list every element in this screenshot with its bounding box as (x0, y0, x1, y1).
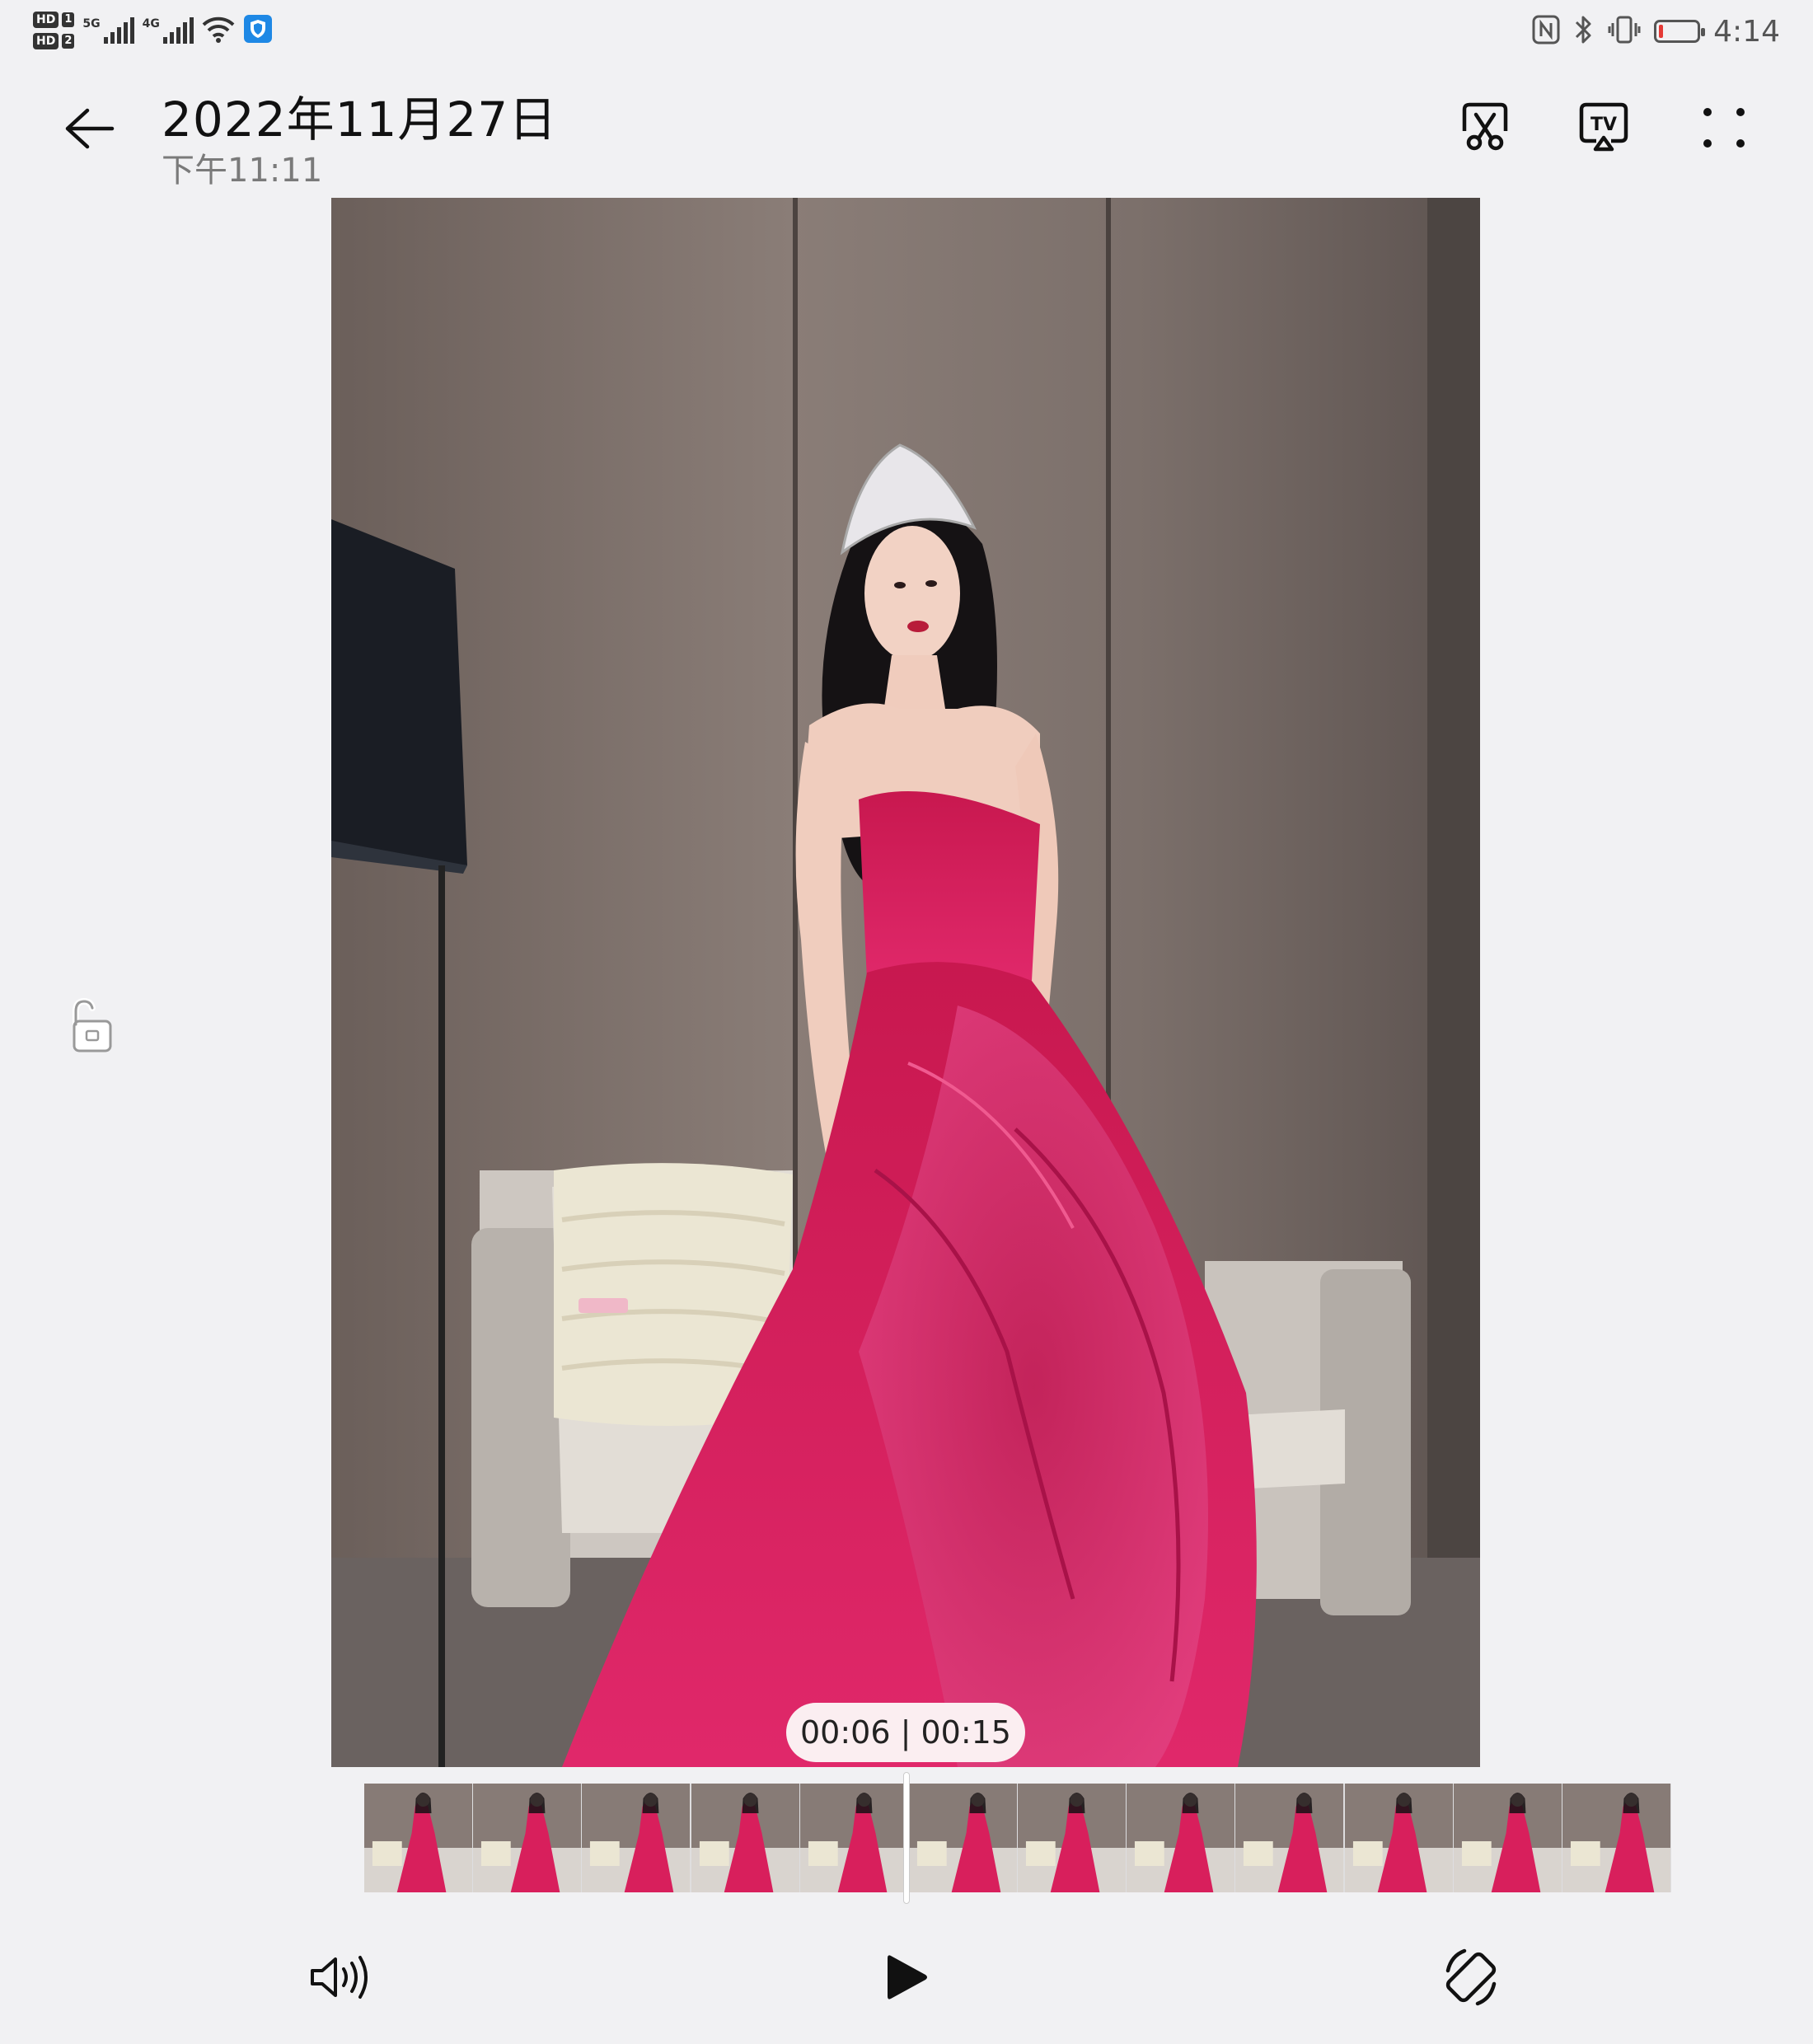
status-bar: HD 1 HD 2 5G 4G 4:14 (0, 0, 1813, 61)
battery-icon (1654, 20, 1706, 43)
rotation-lock-button[interactable] (58, 993, 124, 1059)
sim1-hd-badge: HD (33, 12, 59, 28)
status-left-group: HD 1 HD 2 5G 4G (33, 5, 273, 56)
signal-4g-icon: 4G (143, 17, 194, 44)
filmstrip-frame (1235, 1784, 1345, 1892)
rotate-screen-icon (1445, 1948, 1497, 2006)
nfc-icon (1532, 15, 1560, 48)
cast-tv-icon: TV (1579, 102, 1628, 152)
playback-time-display[interactable]: 00:06 | 00:15 (786, 1703, 1025, 1762)
wifi-icon (202, 15, 235, 46)
net2-type: 4G (142, 17, 160, 30)
sim2-indicator: HD 2 (33, 33, 75, 49)
edit-video-icon (1462, 102, 1508, 151)
sim-indicators: HD 1 HD 2 (33, 12, 75, 49)
filmstrip-frame (691, 1784, 800, 1892)
rotation-lock-icon (73, 997, 112, 1052)
filmstrip-frame (364, 1784, 474, 1892)
video-timeline-filmstrip[interactable] (364, 1784, 1671, 1892)
back-arrow-icon (65, 108, 115, 149)
filmstrip-frame (1127, 1784, 1236, 1892)
filmstrip-frame (1453, 1784, 1562, 1892)
sim2-index: 2 (62, 34, 75, 49)
video-frame-image (331, 198, 1480, 1767)
sim1-indicator: HD 1 (33, 12, 75, 28)
status-right-group: 4:14 (1532, 8, 1780, 54)
top-bar: 2022年11月27日 下午11:11 TV (0, 61, 1813, 198)
page-title: 2022年11月27日 (162, 91, 558, 148)
play-icon (888, 1955, 927, 1999)
bluetooth-icon (1573, 14, 1595, 49)
filmstrip-frame (799, 1784, 909, 1892)
filmstrip-frame (1562, 1784, 1671, 1892)
filmstrip-frame (1018, 1784, 1127, 1892)
play-button[interactable] (869, 1940, 943, 2014)
status-time: 4:14 (1713, 14, 1780, 49)
signal-5g-icon: 5G (82, 17, 134, 44)
sim2-hd-badge: HD (33, 33, 59, 49)
vpn-shield-icon (243, 14, 273, 47)
volume-button[interactable] (303, 1940, 377, 2014)
volume-icon (311, 1956, 368, 1999)
timeline-playhead[interactable] (903, 1772, 910, 1904)
edit-video-button[interactable] (1452, 94, 1518, 160)
rotate-screen-button[interactable] (1434, 1940, 1508, 2014)
filmstrip-frame (582, 1784, 691, 1892)
more-options-button[interactable] (1691, 94, 1757, 160)
page-subtitle: 下午11:11 (162, 152, 323, 190)
cast-tv-button[interactable]: TV (1571, 94, 1637, 160)
vibrate-icon (1608, 15, 1641, 48)
filmstrip-frame (473, 1784, 583, 1892)
sim1-index: 1 (62, 12, 75, 27)
svg-text:TV: TV (1590, 115, 1617, 135)
net1-type: 5G (82, 17, 101, 30)
filmstrip-frame (1344, 1784, 1454, 1892)
filmstrip-frame (908, 1784, 1019, 1892)
back-button[interactable] (58, 97, 120, 160)
more-options-icon (1703, 108, 1745, 148)
video-preview[interactable] (331, 198, 1480, 1767)
